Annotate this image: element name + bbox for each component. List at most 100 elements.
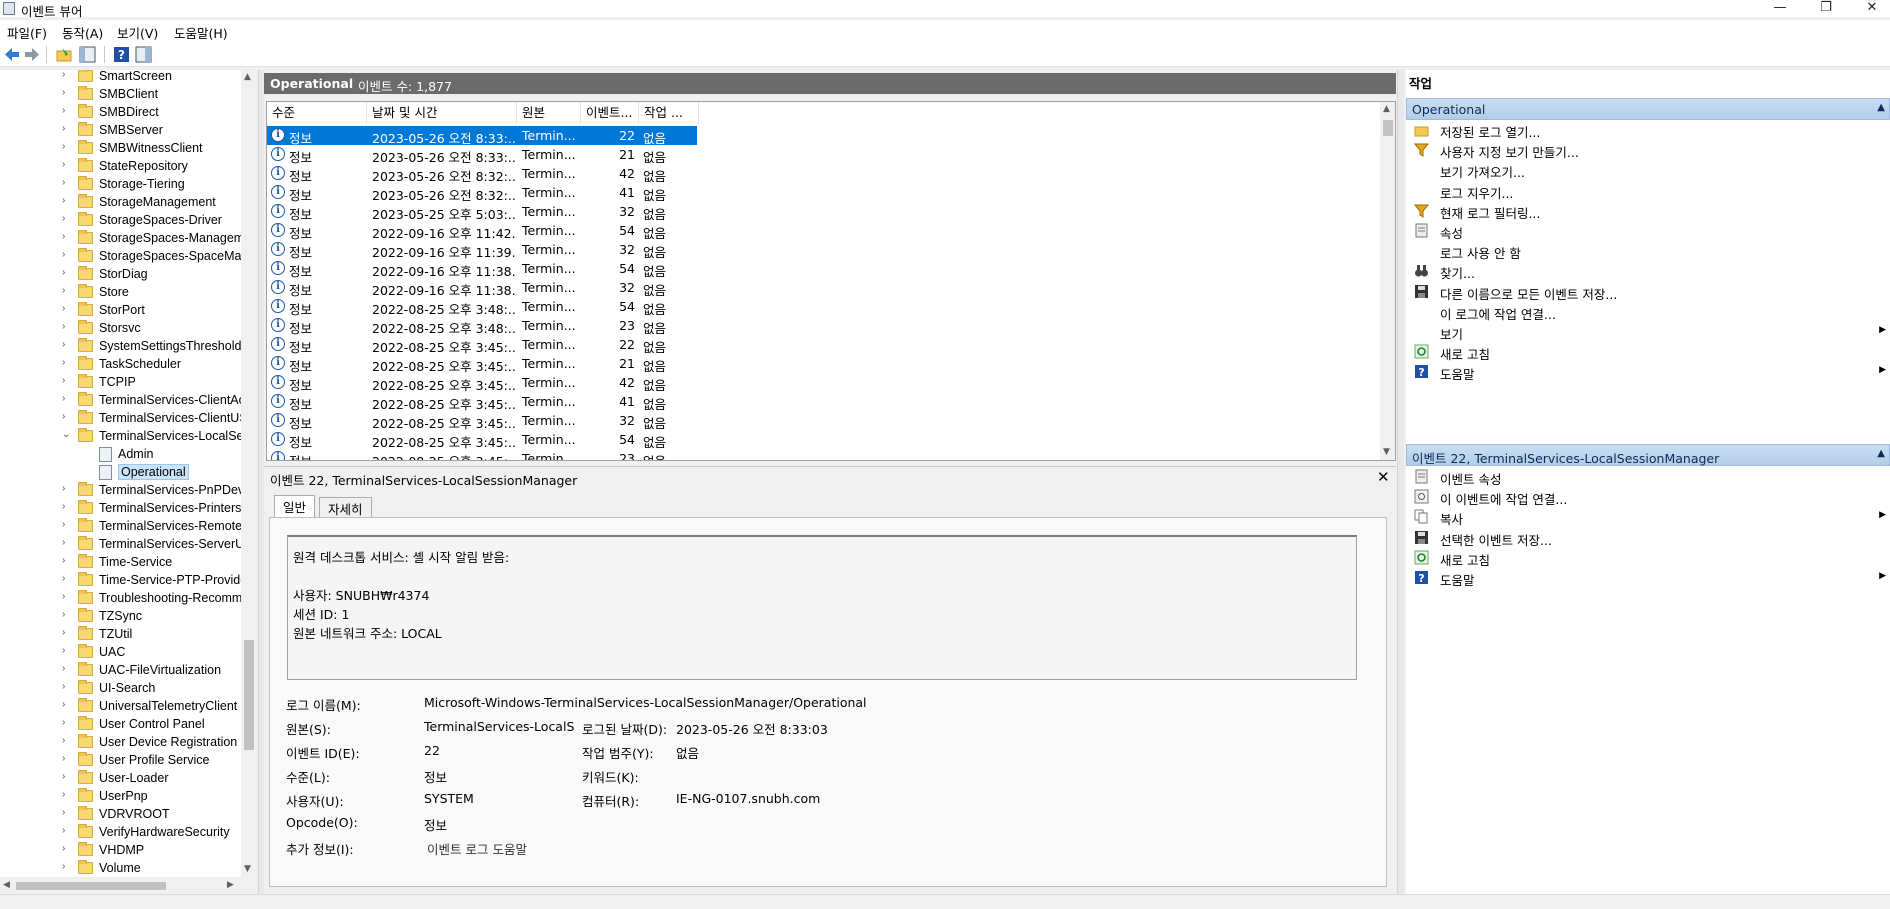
chevron-right-icon[interactable]: › bbox=[62, 70, 72, 80]
event-row[interactable]: i 정보 2023-05-26 오전 8:33:... Termin... 22 없음 bbox=[267, 126, 697, 146]
action-item[interactable]: ? 도움말 ▶ bbox=[1406, 568, 1890, 588]
collapse-icon[interactable]: ▲ bbox=[1877, 102, 1885, 113]
tree-item[interactable]: › StorageSpaces-Driver bbox=[0, 212, 257, 230]
open-folder-icon[interactable] bbox=[56, 46, 73, 63]
tree-item[interactable]: › TerminalServices-ServerUS bbox=[0, 536, 257, 554]
chevron-right-icon[interactable]: › bbox=[62, 231, 72, 242]
chevron-right-icon[interactable]: › bbox=[62, 357, 72, 368]
scroll-up-icon[interactable]: ▲ bbox=[1383, 104, 1390, 114]
tree-item[interactable]: › UAC-FileVirtualization bbox=[0, 662, 257, 680]
tree-item[interactable]: ⌄ TerminalServices-LocalSes bbox=[0, 428, 257, 446]
column-task[interactable]: 작업 ... bbox=[639, 102, 699, 124]
tree-item[interactable]: › StateRepository bbox=[0, 158, 257, 176]
chevron-right-icon[interactable]: › bbox=[62, 123, 72, 134]
event-row[interactable]: i 정보 2023-05-26 오전 8:33:... Termin... 21 없음 bbox=[267, 145, 697, 165]
chevron-right-icon[interactable]: › bbox=[62, 861, 72, 872]
event-row[interactable]: i 정보 2023-05-25 오후 5:03:... Termin... 32 없음 bbox=[267, 202, 697, 222]
action-item[interactable]: 다른 이름으로 모든 이벤트 저장... bbox=[1406, 282, 1890, 302]
tree-item[interactable]: › VerifyHardwareSecurity bbox=[0, 824, 257, 842]
event-row[interactable]: i 정보 2022-08-25 오후 3:45:... Termin... 42 없음 bbox=[267, 373, 697, 393]
tree-item[interactable]: › TerminalServices-ClientAc bbox=[0, 392, 257, 410]
actions-section-log[interactable]: Operational ▲ bbox=[1406, 98, 1890, 120]
menu-view[interactable]: 보기(V) bbox=[117, 23, 158, 42]
scroll-down-icon[interactable]: ▼ bbox=[1383, 447, 1390, 457]
chevron-right-icon[interactable]: › bbox=[62, 825, 72, 836]
action-pane-icon[interactable] bbox=[135, 46, 152, 63]
menu-help[interactable]: 도움말(H) bbox=[174, 23, 228, 42]
event-row[interactable]: i 정보 2022-08-25 오후 3:45:... Termin... 21 없음 bbox=[267, 354, 697, 374]
event-row[interactable]: i 정보 2022-08-25 오후 3:45:... Termin... 22 없음 bbox=[267, 335, 697, 355]
action-item[interactable]: ? 도움말 ▶ bbox=[1406, 362, 1890, 382]
chevron-right-icon[interactable]: › bbox=[62, 159, 72, 170]
collapse-icon[interactable]: ▲ bbox=[1877, 448, 1885, 459]
splitter[interactable] bbox=[1397, 70, 1404, 894]
close-window-button[interactable]: ✕ bbox=[1849, 0, 1890, 17]
action-item[interactable]: 현재 로그 필터링... bbox=[1406, 201, 1890, 221]
event-row[interactable]: i 정보 2022-08-25 오후 3:48:... Termin... 54 없음 bbox=[267, 297, 697, 317]
scroll-right-icon[interactable]: ▶ bbox=[227, 880, 234, 890]
column-event-id[interactable]: 이벤트... bbox=[581, 102, 639, 124]
tree-item[interactable]: › User Device Registration bbox=[0, 734, 257, 752]
scroll-thumb[interactable] bbox=[1383, 120, 1393, 136]
scroll-up-icon[interactable]: ▲ bbox=[244, 72, 251, 82]
actions-section-event[interactable]: 이벤트 22, TerminalServices-LocalSessionMan… bbox=[1406, 444, 1890, 466]
close-icon[interactable]: ✕ bbox=[1377, 468, 1390, 486]
column-source[interactable]: 원본 bbox=[517, 102, 581, 124]
action-item[interactable]: 복사 ▶ bbox=[1406, 507, 1890, 527]
scroll-thumb[interactable] bbox=[244, 640, 254, 750]
tree-item[interactable]: › Storsvc bbox=[0, 320, 257, 338]
chevron-right-icon[interactable]: › bbox=[62, 807, 72, 818]
maximize-button[interactable]: ❐ bbox=[1803, 0, 1849, 17]
forward-icon[interactable] bbox=[24, 46, 41, 63]
chevron-right-icon[interactable]: › bbox=[62, 105, 72, 116]
tree-item[interactable]: › UniversalTelemetryClient bbox=[0, 698, 257, 716]
tree-item[interactable]: › StorageSpaces-SpaceMan bbox=[0, 248, 257, 266]
event-row[interactable]: i 정보 2022-09-16 오후 11:38... Termin... 54 없음 bbox=[267, 259, 697, 279]
action-item[interactable]: 이 이벤트에 작업 연결... bbox=[1406, 487, 1890, 507]
chevron-right-icon[interactable]: › bbox=[62, 285, 72, 296]
chevron-right-icon[interactable]: › bbox=[62, 501, 72, 512]
tree-item[interactable]: › Storage-Tiering bbox=[0, 176, 257, 194]
scroll-down-icon[interactable]: ▼ bbox=[244, 864, 251, 874]
event-log-help-link[interactable]: 이벤트 로그 도움말 bbox=[427, 839, 527, 858]
chevron-right-icon[interactable]: › bbox=[62, 609, 72, 620]
tree-item[interactable]: › TaskScheduler bbox=[0, 356, 257, 374]
event-row[interactable]: i 정보 2022-08-25 오후 3:45:... Termin... 54 없음 bbox=[267, 430, 697, 450]
scroll-left-icon[interactable]: ◀ bbox=[3, 880, 10, 890]
event-row[interactable]: i 정보 2022-08-25 오후 3:45:... Termin... 41 없음 bbox=[267, 392, 697, 412]
chevron-right-icon[interactable]: › bbox=[62, 555, 72, 566]
action-item[interactable]: 저장된 로그 열기... bbox=[1406, 120, 1890, 140]
tree-item[interactable]: › SmartScreen bbox=[0, 70, 257, 86]
tree-item[interactable]: › SMBDirect bbox=[0, 104, 257, 122]
chevron-right-icon[interactable]: › bbox=[62, 717, 72, 728]
tree-item[interactable]: › TCPIP bbox=[0, 374, 257, 392]
chevron-right-icon[interactable]: › bbox=[62, 735, 72, 746]
tree-item[interactable]: › StorDiag bbox=[0, 266, 257, 284]
tree-item[interactable]: › Volume bbox=[0, 860, 257, 878]
action-item[interactable]: 새로 고침 bbox=[1406, 342, 1890, 362]
tree-item[interactable]: › SMBClient bbox=[0, 86, 257, 104]
chevron-right-icon[interactable]: › bbox=[62, 249, 72, 260]
tree-item[interactable]: › SMBWitnessClient bbox=[0, 140, 257, 158]
chevron-right-icon[interactable]: › bbox=[62, 645, 72, 656]
action-item[interactable]: 새로 고침 bbox=[1406, 548, 1890, 568]
scroll-thumb[interactable] bbox=[16, 882, 166, 890]
tree-item[interactable]: › SystemSettingsThreshold bbox=[0, 338, 257, 356]
tree-item[interactable]: › Store bbox=[0, 284, 257, 302]
menu-file[interactable]: 파일(F) bbox=[7, 23, 47, 42]
tree-item[interactable]: › StorPort bbox=[0, 302, 257, 320]
tree-item[interactable]: › TZUtil bbox=[0, 626, 257, 644]
tree-item[interactable]: › UAC bbox=[0, 644, 257, 662]
action-item[interactable]: 보기 ▶ bbox=[1406, 322, 1890, 342]
chevron-right-icon[interactable]: › bbox=[62, 753, 72, 764]
chevron-right-icon[interactable]: › bbox=[62, 177, 72, 188]
tree-item[interactable]: › VHDMP bbox=[0, 842, 257, 860]
chevron-right-icon[interactable]: › bbox=[62, 375, 72, 386]
column-level[interactable]: 수준 bbox=[267, 102, 367, 124]
event-row[interactable]: i 정보 2022-08-25 오후 3:45:... Termin... 23 없음 bbox=[267, 449, 697, 460]
tree-item[interactable]: Admin bbox=[0, 446, 257, 464]
event-row[interactable]: i 정보 2022-08-25 오후 3:45:... Termin... 32 없음 bbox=[267, 411, 697, 431]
chevron-right-icon[interactable]: › bbox=[62, 87, 72, 98]
event-message-box[interactable]: 원격 데스크톱 서비스: 셸 시작 알림 받음: 사용자: SNUBH₩r437… bbox=[287, 535, 1357, 680]
tree-item[interactable]: › Troubleshooting-Recomm bbox=[0, 590, 257, 608]
